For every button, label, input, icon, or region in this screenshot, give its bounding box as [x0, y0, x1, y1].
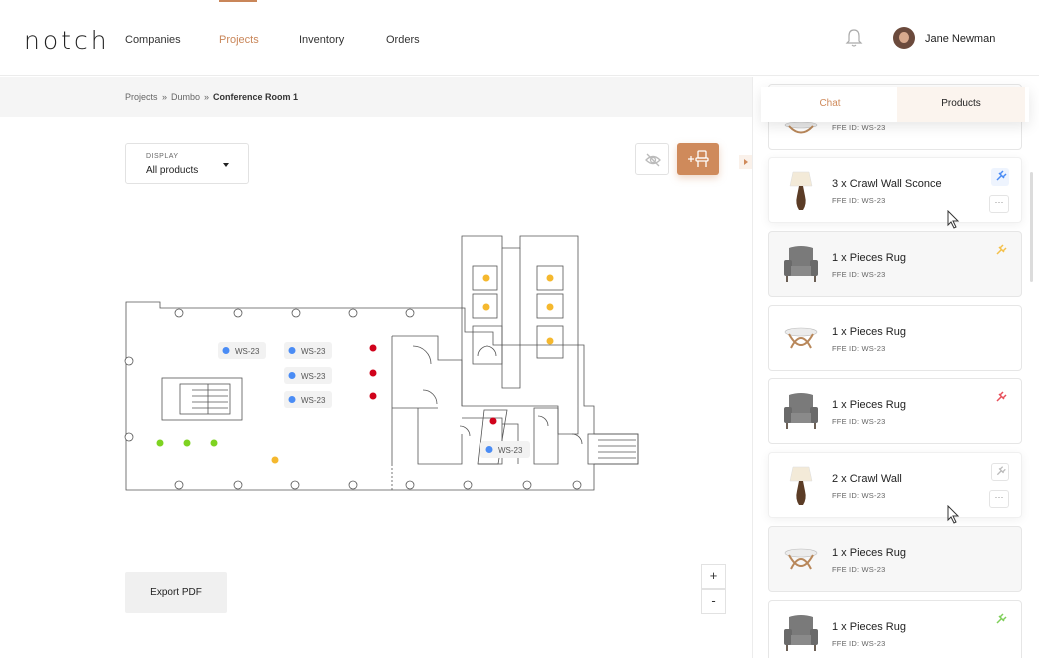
active-nav-indicator [219, 0, 257, 2]
product-title: 3 x Crawl Wall Sconce [832, 178, 942, 190]
export-pdf-button[interactable]: Export PDF [125, 572, 227, 613]
nav-projects[interactable]: Projects [219, 34, 259, 46]
product-title: 1 x Pieces Rug [832, 621, 906, 633]
lamp-image [789, 171, 813, 210]
tab-chat[interactable]: Chat [761, 87, 899, 122]
tab-products[interactable]: Products [897, 87, 1025, 122]
breadcrumb-separator: » [204, 92, 210, 102]
product-ffe-id: FFE ID: WS-23 [832, 196, 886, 205]
marker-ws-23[interactable]: WS-23 [284, 391, 332, 408]
add-chair-icon [688, 150, 709, 167]
mouse-cursor-icon [947, 210, 960, 229]
product-ffe-id: FFE ID: WS-23 [832, 270, 886, 279]
product-card[interactable]: 1 x Pieces Rug FFE ID: WS-23 [768, 600, 1022, 658]
product-title: 1 x Pieces Rug [832, 252, 906, 264]
more-options-button[interactable]: ··· [989, 195, 1009, 213]
top-bar: notch Companies Projects Inventory Order… [0, 0, 1039, 76]
pin-icon[interactable] [991, 389, 1009, 407]
round-table-image [784, 327, 818, 349]
zoom-in-button[interactable]: + [701, 564, 726, 589]
round-table-image [784, 548, 818, 570]
breadcrumb-current: Conference Room 1 [213, 92, 299, 102]
armchair-image [784, 246, 818, 282]
zoom-out-button[interactable]: - [701, 589, 726, 614]
armchair-image [784, 615, 818, 651]
product-ffe-id: FFE ID: WS-23 [832, 123, 886, 132]
product-title: 2 x Crawl Wall [832, 473, 902, 485]
pin-icon[interactable] [991, 168, 1009, 186]
floor-plan[interactable]: WS-23 WS-23 WS-23 WS-23 WS-23 [118, 228, 646, 498]
add-product-button[interactable] [677, 143, 719, 175]
breadcrumb-projects[interactable]: Projects [125, 92, 158, 102]
pin-icon[interactable] [991, 611, 1009, 629]
hide-markers-button[interactable] [635, 143, 669, 175]
nav-companies[interactable]: Companies [125, 34, 181, 46]
nav-inventory[interactable]: Inventory [299, 34, 344, 46]
marker-label: WS-23 [301, 372, 326, 381]
display-select[interactable]: DISPLAY All products [125, 143, 249, 184]
marker-label: WS-23 [301, 347, 326, 356]
product-ffe-id: FFE ID: WS-23 [832, 344, 886, 353]
breadcrumb-separator: » [162, 92, 168, 102]
marker-label: WS-23 [498, 446, 523, 455]
marker-ws-23[interactable]: WS-23 [284, 367, 332, 384]
lamp-image [789, 466, 813, 505]
product-card[interactable]: 1 x Pieces Rug FFE ID: WS-23 [768, 526, 1022, 592]
product-ffe-id: FFE ID: WS-23 [832, 417, 886, 426]
panel-scrollbar[interactable] [1030, 172, 1033, 282]
eye-slash-icon [645, 153, 661, 167]
avatar[interactable] [893, 27, 915, 49]
collapse-panel-toggle[interactable] [739, 155, 752, 169]
more-options-button[interactable]: ··· [989, 490, 1009, 508]
product-title: 1 x Pieces Rug [832, 399, 906, 411]
product-card[interactable]: 1 x Pieces Rug FFE ID: WS-23 [768, 305, 1022, 371]
panel-tabs: Chat Products [761, 87, 1029, 122]
display-select-value: All products [146, 165, 199, 176]
product-title: 1 x Pieces Rug [832, 547, 906, 559]
product-title: 1 x Pieces Rug [832, 326, 906, 338]
mouse-cursor-icon [947, 505, 960, 524]
breadcrumb [0, 77, 752, 117]
product-card[interactable]: 3 x Crawl Wall Sconce FFE ID: WS-23 ··· [768, 157, 1022, 223]
pin-icon[interactable] [991, 242, 1009, 260]
marker-label: WS-23 [235, 347, 260, 356]
bell-icon[interactable] [845, 28, 863, 48]
product-card[interactable]: 2 x Crawl Wall FFE ID: WS-23 ··· [768, 452, 1022, 518]
marker-ws-23[interactable]: WS-23 [218, 342, 266, 359]
product-card[interactable]: 1 x Pieces Rug FFE ID: WS-23 [768, 378, 1022, 444]
logo[interactable]: notch [24, 26, 110, 55]
pin-icon[interactable] [991, 463, 1009, 481]
marker-ws-23[interactable]: WS-23 [284, 342, 332, 359]
breadcrumb-dumbo[interactable]: Dumbo [171, 92, 200, 102]
nav-orders[interactable]: Orders [386, 34, 420, 46]
product-ffe-id: FFE ID: WS-23 [832, 565, 886, 574]
armchair-image [784, 393, 818, 429]
products-panel: Chat Products FFE ID: WS-23 3 x Crawl Wa… [752, 77, 1039, 658]
caret-down-icon [223, 163, 229, 167]
marker-label: WS-23 [301, 396, 326, 405]
product-card[interactable]: 1 x Pieces Rug FFE ID: WS-23 [768, 231, 1022, 297]
marker-ws-23[interactable]: WS-23 [480, 441, 530, 458]
user-name[interactable]: Jane Newman [925, 33, 995, 45]
product-ffe-id: FFE ID: WS-23 [832, 491, 886, 500]
product-ffe-id: FFE ID: WS-23 [832, 639, 886, 648]
display-select-label: DISPLAY [146, 153, 179, 160]
